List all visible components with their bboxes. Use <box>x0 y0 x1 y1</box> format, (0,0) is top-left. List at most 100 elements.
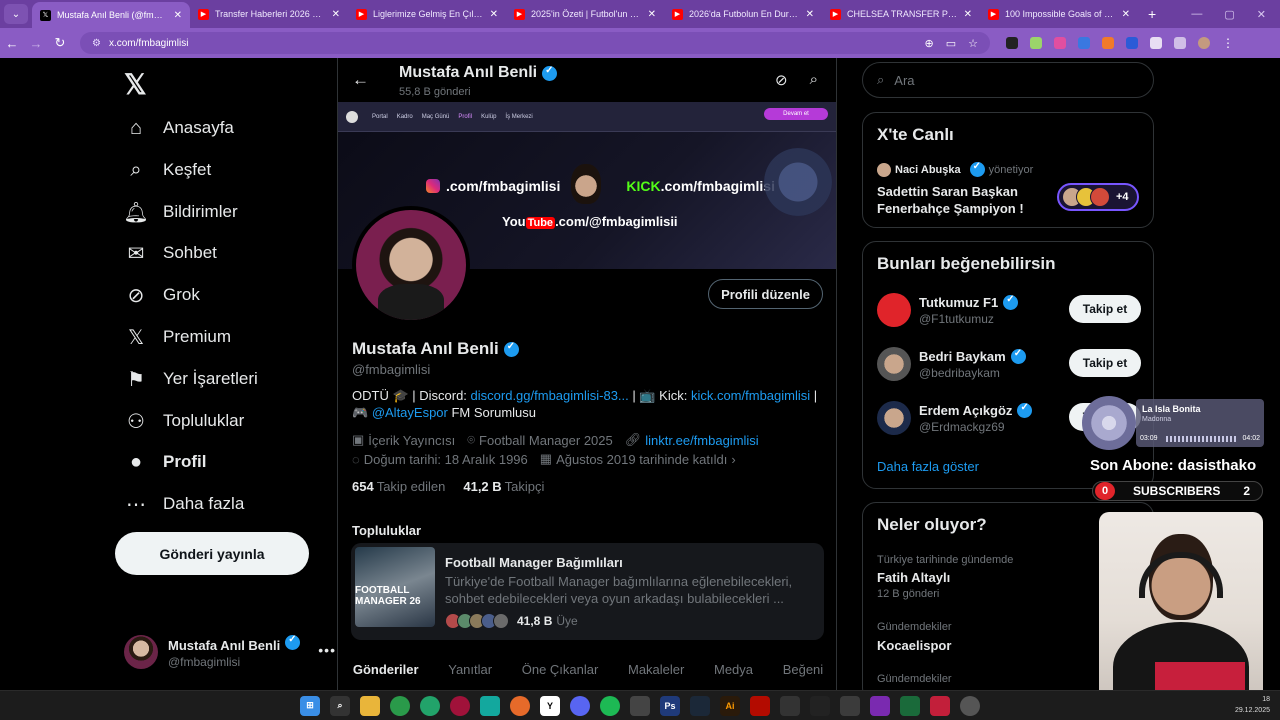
followers-link[interactable]: 41,2 B Takipçi <box>463 479 544 494</box>
close-tab-icon[interactable]: ✕ <box>648 9 656 20</box>
menu-dots-icon[interactable]: ⋮ <box>1222 36 1234 50</box>
app-icon[interactable] <box>840 695 860 716</box>
app-icon[interactable] <box>810 695 830 716</box>
nav-item-people[interactable]: ⚇ Topluluklar <box>124 401 244 441</box>
website-link[interactable]: linktr.ee/fmbagimlisi <box>645 433 758 448</box>
chrome-icon[interactable] <box>390 695 410 716</box>
close-tab-icon[interactable]: ✕ <box>490 9 498 20</box>
app-icon[interactable] <box>780 695 800 716</box>
x-logo-icon[interactable]: 𝕏 <box>124 68 147 101</box>
minimize-icon[interactable]: — <box>1191 8 1202 20</box>
following-link[interactable]: 654 Takip edilen <box>352 479 445 494</box>
nav-item-mail[interactable]: ✉ Sohbet <box>124 233 217 273</box>
profile-avatar[interactable] <box>352 206 470 324</box>
photoshop-icon[interactable]: Ps <box>660 695 680 716</box>
spotify-icon[interactable] <box>600 695 620 716</box>
system-tray-clock[interactable]: 18 29.12.2025 <box>1235 694 1270 716</box>
tab-highlights[interactable]: Öne Çıkanlar <box>522 662 599 690</box>
extension-icon[interactable] <box>1126 37 1138 49</box>
app-icon[interactable]: Y <box>540 695 560 716</box>
tab-media[interactable]: Medya <box>714 662 753 690</box>
tab-articles[interactable]: Makaleler <box>628 662 684 690</box>
browser-icon[interactable] <box>420 695 440 716</box>
site-info-icon[interactable]: ⚙ <box>92 38 101 49</box>
back-arrow-icon[interactable]: ← <box>352 70 369 90</box>
cast-icon[interactable]: ▭ <box>946 37 956 50</box>
nav-item-search[interactable]: ⌕ Keşfet <box>124 150 211 190</box>
nav-item-user[interactable]: ● Profil <box>124 442 207 482</box>
nav-item-more-circle[interactable]: ⋯ Daha fazla <box>124 484 244 524</box>
nav-item-bookmark[interactable]: ⚑ Yer İşaretleri <box>124 359 258 399</box>
follow-button[interactable]: Takip et <box>1069 295 1141 323</box>
file-explorer-icon[interactable] <box>360 695 380 716</box>
extension-icon[interactable] <box>1102 37 1114 49</box>
illustrator-icon[interactable]: Ai <box>720 695 740 716</box>
nav-item-grok[interactable]: ⊘ Grok <box>124 275 200 315</box>
opera-icon[interactable] <box>450 695 470 716</box>
new-tab-icon[interactable]: + <box>1148 6 1156 22</box>
obs-icon[interactable] <box>960 695 980 716</box>
close-tab-icon[interactable]: ✕ <box>806 9 814 20</box>
tab-replies[interactable]: Yanıtlar <box>448 662 492 690</box>
close-tab-icon[interactable]: ✕ <box>332 9 340 20</box>
follow-button[interactable]: Takip et <box>1069 349 1141 377</box>
browser-tab[interactable]: ▶ 2026'da Futbolun En Durdurulamaz ✕ <box>664 2 822 26</box>
close-window-icon[interactable]: ✕ <box>1257 8 1266 21</box>
search-icon[interactable]: ⌕ <box>810 71 818 89</box>
live-title[interactable]: Sadettin Saran Başkan Fenerbahçe Şampiyo… <box>877 183 1047 217</box>
community-card[interactable]: FOOTBALL MANAGER 26 Football Manager Bağ… <box>351 543 824 640</box>
reading-list-icon[interactable] <box>1174 37 1186 49</box>
extension-icon[interactable] <box>1054 37 1066 49</box>
extension-icon[interactable] <box>1006 37 1018 49</box>
grok-icon[interactable]: ⊘ <box>775 71 788 89</box>
browser-tab[interactable]: ▶ 100 Impossible Goals of 2025 ✕ <box>980 2 1138 26</box>
reload-icon[interactable]: ↻ <box>48 35 72 51</box>
url-field[interactable]: ⚙ x.com/fmbagimlisi ⊕ ▭ ☆ <box>80 32 990 54</box>
browser-tab[interactable]: ▶ 2025'in Özeti | Futbol'un akıldan ✕ <box>506 2 664 26</box>
forward-icon[interactable]: → <box>24 36 48 51</box>
post-button[interactable]: Gönderi yayınla <box>115 532 309 575</box>
app-icon[interactable] <box>930 695 950 716</box>
suggestion-row[interactable]: Tutkumuz F1@F1tutkumuz Takip et <box>877 290 1141 330</box>
more-dots-icon[interactable]: ••• <box>318 642 336 658</box>
bookmark-star-icon[interactable]: ☆ <box>968 37 978 50</box>
football-manager-icon[interactable] <box>900 695 920 716</box>
browser-tab[interactable]: ▶ Liglerimize Gelmiş En Çılgın 10 ✕ <box>348 2 506 26</box>
account-switcher[interactable]: Mustafa Anıl Benli @fmbagimlisi ••• <box>124 632 335 672</box>
website-item[interactable]: 🔗︎ linktr.ee/fmbagimlisi <box>625 432 759 448</box>
tab-posts[interactable]: Gönderiler <box>353 662 419 690</box>
extension-icon[interactable] <box>1078 37 1090 49</box>
joined-item[interactable]: ▦ Ağustos 2019 tarihinde katıldı › <box>540 451 736 467</box>
steam-icon[interactable] <box>690 695 710 716</box>
nav-item-home[interactable]: ⌂ Anasayfa <box>124 108 234 148</box>
browser-tab[interactable]: ▶ CHELSEA TRANSFER PROJESİNİ ✕ <box>822 2 980 26</box>
close-tab-icon[interactable]: ✕ <box>174 10 182 21</box>
tab-search-button[interactable]: ⌄ <box>4 4 28 24</box>
back-icon[interactable]: ← <box>0 36 24 51</box>
nav-item-bell[interactable]: 🔔︎ Bildirimler <box>123 192 237 232</box>
app-icon[interactable] <box>630 695 650 716</box>
maximize-icon[interactable]: ▢ <box>1224 8 1234 21</box>
show-more-link[interactable]: Daha fazla göster <box>877 459 979 474</box>
altay-mention-link[interactable]: @AltayEspor <box>372 405 448 420</box>
acrobat-icon[interactable] <box>750 695 770 716</box>
browser-tab[interactable]: 𝕏 Mustafa Anıl Benli (@fmbagimlisi) / X ✕ <box>32 2 190 28</box>
edit-profile-button[interactable]: Profili düzenle <box>708 279 823 309</box>
app-icon[interactable] <box>480 695 500 716</box>
tab-likes[interactable]: Beğeni <box>783 662 823 690</box>
search-icon[interactable]: ⌕ <box>330 695 350 716</box>
discord-icon[interactable] <box>570 695 590 716</box>
trend-title[interactable]: Kocaelispor <box>877 638 951 653</box>
kick-link[interactable]: kick.com/fmbagimlisi <box>691 388 810 403</box>
profile-avatar-icon[interactable] <box>1198 37 1210 49</box>
app-icon[interactable] <box>870 695 890 716</box>
close-tab-icon[interactable]: ✕ <box>1122 9 1130 20</box>
start-icon[interactable]: ⊞ <box>300 695 320 716</box>
nav-item-x-logo[interactable]: 𝕏 Premium <box>124 317 231 357</box>
zoom-icon[interactable]: ⊕ <box>925 37 934 50</box>
search-input[interactable]: ⌕ Ara <box>862 62 1154 98</box>
puzzle-icon[interactable] <box>1150 37 1162 49</box>
trend-title[interactable]: Fatih Altaylı <box>877 570 950 585</box>
extension-icon[interactable] <box>1030 37 1042 49</box>
close-tab-icon[interactable]: ✕ <box>964 9 972 20</box>
